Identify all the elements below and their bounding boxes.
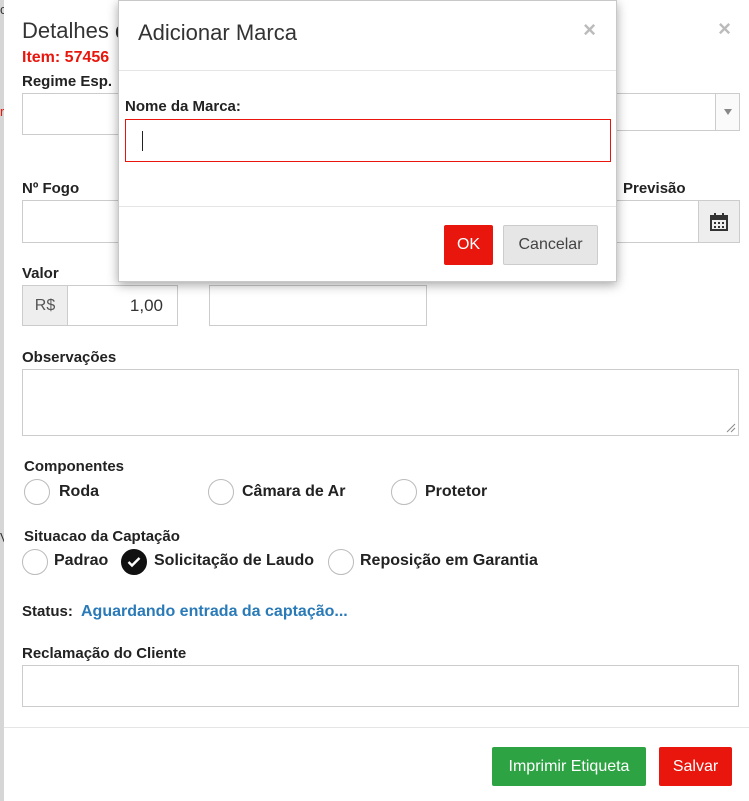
previsao-input[interactable]	[614, 200, 699, 243]
regime-label: Regime Esp.	[22, 73, 113, 90]
resize-handle-icon[interactable]	[726, 423, 736, 433]
radio-protetor[interactable]	[391, 479, 417, 505]
status-label: Status:	[22, 603, 73, 620]
radio-solicitacao-de-laudo[interactable]	[121, 549, 147, 575]
modal-close-icon[interactable]: ×	[718, 16, 731, 42]
radio-camara-de-ar[interactable]	[208, 479, 234, 505]
calendar-icon	[710, 212, 728, 231]
radio-label: Roda	[59, 483, 99, 500]
radio-label: Protetor	[425, 483, 488, 500]
radio-label: Câmara de Ar	[242, 483, 346, 500]
ok-button[interactable]: OK	[444, 225, 493, 265]
dialog-footer-divider	[119, 206, 616, 207]
adicionar-marca-dialog: Adicionar Marca × Nome da Marca: OK Canc…	[118, 0, 617, 282]
fogo-label: Nº Fogo	[22, 180, 80, 197]
status-value: Aguardando entrada da captação...	[81, 603, 348, 620]
radio-reposicao-em-garantia[interactable]	[328, 549, 354, 575]
nome-marca-input[interactable]	[125, 119, 611, 162]
modal-title: Detalhes d	[22, 18, 128, 43]
dialog-title: Adicionar Marca	[138, 20, 297, 45]
radio-label: Padrao	[54, 552, 109, 569]
fogo-input[interactable]	[22, 200, 132, 243]
chevron-down-icon	[715, 94, 739, 130]
save-button[interactable]: Salvar	[659, 747, 732, 786]
observacoes-label: Observações	[22, 349, 117, 366]
cancel-button[interactable]: Cancelar	[503, 225, 598, 265]
observacoes-textarea[interactable]	[22, 369, 739, 436]
valor-label: Valor	[22, 265, 59, 282]
secondary-input[interactable]	[209, 285, 427, 326]
dialog-header-divider	[119, 70, 616, 71]
componentes-label: Componentes	[24, 458, 125, 475]
nome-marca-label: Nome da Marca:	[125, 98, 241, 115]
radio-label: Reposição em Garantia	[360, 552, 538, 569]
currency-addon: R$	[22, 285, 68, 326]
situacao-label: Situacao da Captação	[24, 528, 180, 545]
dialog-close-icon[interactable]: ×	[583, 17, 596, 43]
radio-label: Solicitação de Laudo	[154, 552, 315, 569]
valor-input[interactable]: 1,00	[67, 285, 178, 326]
radio-padrao[interactable]	[22, 549, 48, 575]
item-number: Item: 57456	[22, 49, 110, 66]
footer-divider	[4, 727, 749, 728]
radio-roda[interactable]	[24, 479, 50, 505]
reclamacao-input[interactable]	[22, 665, 739, 707]
print-label-button[interactable]: Imprimir Etiqueta	[492, 747, 646, 786]
regime-input[interactable]	[22, 93, 132, 135]
text-caret	[142, 131, 143, 151]
calendar-button[interactable]	[698, 200, 740, 243]
right-select[interactable]	[614, 93, 740, 131]
checkmark-icon	[127, 557, 141, 568]
previsao-label: Previsão	[623, 180, 686, 197]
reclamacao-label: Reclamação do Cliente	[22, 645, 187, 662]
